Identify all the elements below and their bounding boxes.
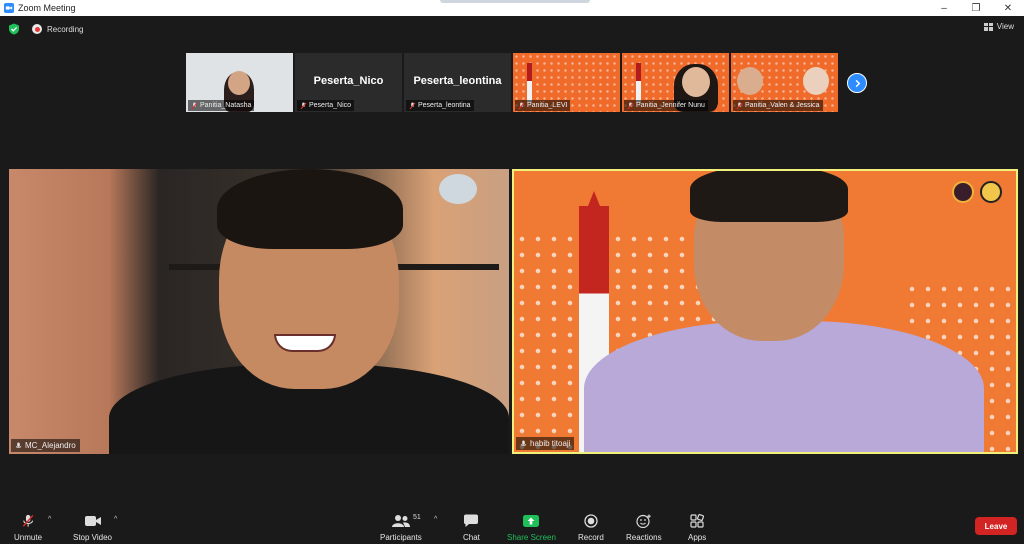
participant-label: Peserta_Nico bbox=[297, 100, 355, 111]
participant-count-badge: 51 bbox=[413, 514, 421, 521]
organization-logo-icon bbox=[980, 181, 1002, 203]
leave-button[interactable]: Leave bbox=[975, 517, 1017, 535]
participant-label: Panitia_Natasha bbox=[188, 100, 255, 111]
recording-dot-icon bbox=[32, 24, 42, 34]
view-button[interactable]: View bbox=[983, 22, 1014, 31]
title-bar: Zoom Meeting – ❐ ✕ bbox=[0, 0, 1024, 16]
zoom-app-icon bbox=[4, 3, 14, 13]
chevron-right-icon bbox=[855, 79, 860, 87]
participant-label: Panitia_Valen & Jessica bbox=[733, 100, 823, 111]
audio-options-caret[interactable]: ^ bbox=[48, 516, 51, 523]
chat-bubble-icon bbox=[463, 513, 479, 529]
unmute-button[interactable]: Unmute bbox=[14, 513, 42, 542]
mic-icon bbox=[520, 440, 527, 446]
event-logo-icon bbox=[952, 181, 974, 203]
meeting-status-bar: Recording View bbox=[0, 16, 1024, 42]
participant-label: Peserta_leontina bbox=[406, 100, 474, 111]
mic-muted-icon bbox=[22, 513, 34, 529]
maximize-button[interactable]: ❐ bbox=[960, 0, 992, 16]
participant-smile bbox=[274, 334, 336, 352]
mic-muted-icon bbox=[736, 102, 743, 109]
mic-muted-icon bbox=[409, 102, 416, 109]
thumbnail-panitia-jennifer-nunu[interactable]: Panitia_Jennifer Nunu bbox=[622, 53, 729, 112]
minimize-button[interactable]: – bbox=[928, 0, 960, 16]
share-screen-icon bbox=[522, 513, 540, 529]
mic-muted-icon bbox=[300, 102, 307, 109]
participant-face bbox=[803, 67, 829, 95]
chat-button[interactable]: Chat bbox=[463, 513, 480, 542]
participant-display-name: Peserta_Nico bbox=[313, 75, 384, 87]
mic-muted-icon bbox=[191, 102, 198, 109]
participant-label: Panitia_LEVI bbox=[515, 100, 571, 111]
participant-body bbox=[584, 321, 984, 452]
apps-button[interactable]: Apps bbox=[688, 513, 706, 542]
view-label: View bbox=[996, 22, 1014, 31]
thumbnail-panitia-natasha[interactable]: Panitia_Natasha bbox=[186, 53, 293, 112]
participant-face bbox=[737, 67, 763, 95]
record-icon bbox=[584, 513, 598, 529]
apps-icon bbox=[690, 513, 705, 529]
video-camera-icon bbox=[84, 513, 102, 529]
mic-icon bbox=[15, 442, 22, 448]
reactions-button[interactable]: Reactions bbox=[626, 513, 662, 542]
video-tile-mc-alejandro[interactable]: MC_Alejandro bbox=[9, 169, 509, 454]
mic-muted-icon bbox=[627, 102, 634, 109]
participant-hair bbox=[217, 169, 403, 249]
recording-indicator[interactable]: Recording bbox=[32, 24, 83, 34]
stop-video-button[interactable]: Stop Video bbox=[73, 513, 112, 542]
video-options-caret[interactable]: ^ bbox=[114, 516, 117, 523]
monument-graphic bbox=[636, 63, 641, 103]
share-screen-button[interactable]: Share Screen bbox=[507, 513, 556, 542]
thumbnail-panitia-valen-jessica[interactable]: Panitia_Valen & Jessica bbox=[731, 53, 838, 112]
monument-graphic bbox=[527, 63, 532, 103]
next-page-button[interactable] bbox=[847, 73, 867, 93]
thumbnail-peserta-leontina[interactable]: Peserta_leontina Peserta_leontina bbox=[404, 53, 511, 112]
participant-face bbox=[228, 71, 250, 95]
window-controls: – ❐ ✕ bbox=[928, 0, 1024, 16]
participant-label: MC_Alejandro bbox=[11, 439, 80, 452]
record-button[interactable]: Record bbox=[578, 513, 604, 542]
participant-label: habib titoaji bbox=[516, 437, 575, 450]
mic-muted-icon bbox=[518, 102, 525, 109]
emoji-reaction-icon bbox=[636, 513, 652, 529]
recording-label: Recording bbox=[47, 24, 84, 34]
meeting-toolbar: Unmute ^ Stop Video ^ Participants 51 ^ … bbox=[0, 506, 1024, 544]
drag-handle[interactable] bbox=[440, 0, 590, 3]
participant-display-name: Peserta_leontina bbox=[413, 75, 502, 87]
grid-view-icon bbox=[983, 22, 993, 31]
security-shield-icon[interactable] bbox=[8, 23, 20, 35]
thumbnail-panitia-levi[interactable]: Panitia_LEVI bbox=[513, 53, 620, 112]
close-button[interactable]: ✕ bbox=[992, 0, 1024, 16]
background-lamp bbox=[439, 174, 477, 204]
thumbnail-peserta-nico[interactable]: Peserta_Nico Peserta_Nico bbox=[295, 53, 402, 112]
participant-face bbox=[682, 67, 710, 97]
window-title: Zoom Meeting bbox=[18, 3, 76, 13]
participants-icon bbox=[391, 513, 411, 529]
participants-options-caret[interactable]: ^ bbox=[434, 516, 437, 523]
video-tile-habib-titoaji[interactable]: habib titoaji bbox=[512, 169, 1018, 454]
participant-label: Panitia_Jennifer Nunu bbox=[624, 100, 708, 111]
participant-hair bbox=[690, 171, 848, 222]
participant-thumbnail-strip: Panitia_Natasha Peserta_Nico Peserta_Nic… bbox=[186, 53, 838, 112]
